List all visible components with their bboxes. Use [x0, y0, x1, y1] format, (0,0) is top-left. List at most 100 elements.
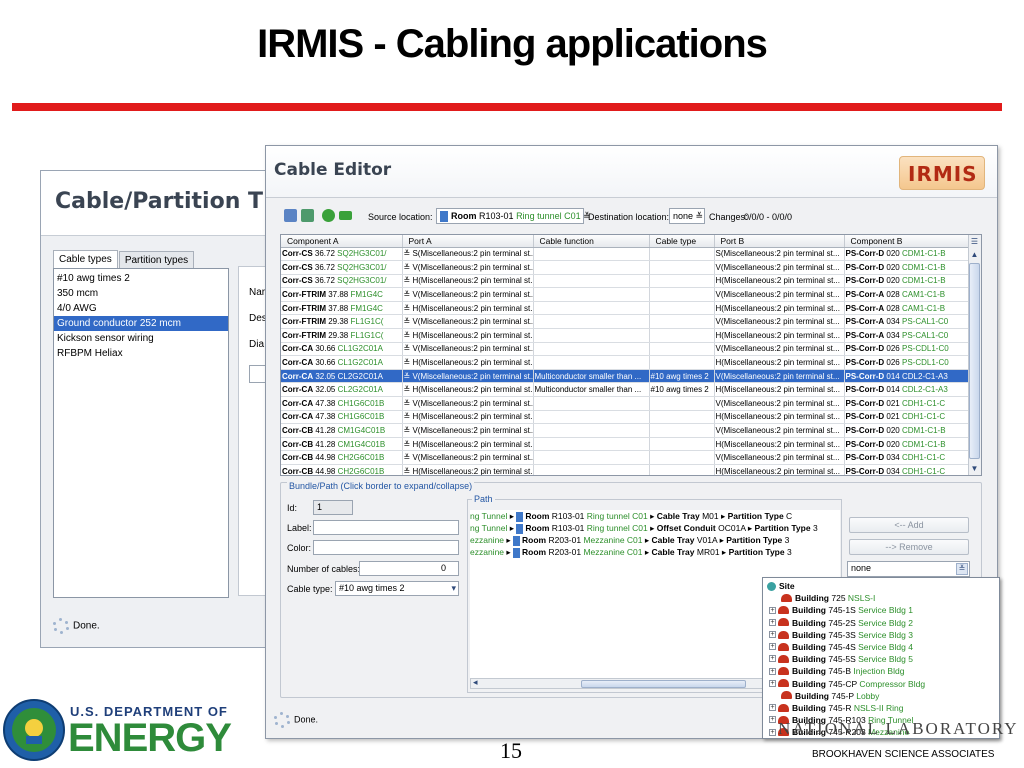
remove-button[interactable]: --> Remove	[849, 539, 969, 555]
table-row[interactable]: Corr-CA 32.05 CL2G2C01A ≚ H(Miscellaneous…	[281, 382, 970, 398]
tree-item[interactable]: + Building 745-4S Service Bldg 4	[763, 641, 999, 653]
cable-type-cell[interactable]	[649, 410, 715, 425]
path-row[interactable]: ng Tunnel ▸ Room R103-01 Ring tunnel C01…	[470, 510, 840, 522]
component-b-cell[interactable]: PS-Corr-D 014 CDL2-C1-A3	[844, 382, 970, 398]
port-a-cell[interactable]: ≚ H(Miscellaneous:2 pin terminal st...	[402, 410, 534, 425]
column-chooser-icon[interactable]: ☰	[969, 236, 980, 247]
port-b-cell[interactable]: V(Miscellaneous:2 pin terminal st...	[714, 423, 845, 438]
cable-type-cell[interactable]	[649, 260, 715, 275]
expand-icon[interactable]: +	[769, 716, 776, 724]
cable-function-cell[interactable]	[533, 396, 650, 411]
component-a-cell[interactable]: Corr-CA 30.66 CL1G2C01A	[281, 342, 403, 357]
port-b-cell[interactable]: V(Miscellaneous:2 pin terminal st...	[714, 369, 845, 384]
component-b-cell[interactable]: PS-Corr-D 020 CDM1-C1-B	[844, 423, 970, 438]
table-row[interactable]: Corr-CB 41.28 CM1G4C01B ≚ H(Miscellaneous…	[281, 437, 970, 452]
component-b-cell[interactable]: PS-Corr-D 026 PS-CDL1-C0	[844, 355, 970, 370]
component-a-cell[interactable]: Corr-FTRIM 29.38 FL1G1C(	[281, 328, 403, 343]
component-b-cell[interactable]: PS-Corr-D 034 CDH1-C1-C	[844, 450, 970, 465]
port-a-cell[interactable]: ≚ V(Miscellaneous:2 pin terminal st...	[402, 450, 534, 465]
port-a-cell[interactable]: ≚ S(Miscellaneous:2 pin terminal st...	[402, 247, 534, 262]
component-a-cell[interactable]: Corr-CA 47.38 CH1G6C01B	[281, 410, 403, 425]
expand-icon[interactable]: +	[769, 631, 776, 638]
bundle-legend[interactable]: Bundle/Path (Click border to expand/coll…	[287, 481, 475, 491]
table-row[interactable]: Corr-CA 30.66 CL1G2C01A ≚ H(Miscellaneous…	[281, 355, 970, 370]
save-all-icon[interactable]	[301, 209, 314, 222]
tree-item[interactable]: + Building 745-1S Service Bldg 1	[763, 604, 999, 616]
chevron-down-icon[interactable]: ≚	[956, 563, 968, 575]
cable-function-cell[interactable]	[533, 301, 650, 316]
scroll-thumb[interactable]	[969, 263, 980, 459]
table-row[interactable]: Corr-CB 44.98 CH2G6C01B ≚ V(Miscellaneous…	[281, 450, 970, 465]
column-header[interactable]: Component A	[281, 235, 403, 248]
port-b-cell[interactable]: S(Miscellaneous:2 pin terminal st...	[714, 247, 845, 262]
column-header[interactable]: Cable type	[649, 235, 715, 248]
component-b-cell[interactable]: PS-Corr-D 020 CDM1-C1-B	[844, 437, 970, 452]
component-a-cell[interactable]: Corr-CB 44.98 CH2G6C01B	[281, 464, 403, 475]
component-b-cell[interactable]: PS-Corr-D 020 CDM1-C1-B	[844, 247, 970, 262]
port-b-cell[interactable]: V(Miscellaneous:2 pin terminal st...	[714, 396, 845, 411]
expand-icon[interactable]: +	[769, 728, 776, 736]
table-row[interactable]: Corr-FTRIM 37.88 FM1G4C ≚ V(Miscellaneous…	[281, 287, 970, 302]
cable-type-cell[interactable]	[649, 437, 715, 452]
port-b-cell[interactable]: H(Miscellaneous:2 pin terminal st...	[714, 437, 845, 452]
cable-type-select[interactable]: #10 awg times 2 ▾	[335, 581, 459, 596]
cable-function-cell[interactable]	[533, 247, 650, 262]
component-a-cell[interactable]: Corr-FTRIM 37.88 FM1G4C	[281, 301, 403, 316]
component-a-cell[interactable]: Corr-CA 30.66 CL1G2C01A	[281, 355, 403, 370]
port-a-cell[interactable]: ≚ H(Miscellaneous:2 pin terminal st...	[402, 464, 534, 475]
column-header[interactable]: Cable function	[533, 235, 650, 248]
port-b-cell[interactable]: V(Miscellaneous:2 pin terminal st...	[714, 314, 845, 330]
table-row[interactable]: Corr-FTRIM 37.88 FM1G4C ≚ H(Miscellaneous…	[281, 301, 970, 316]
cable-function-cell[interactable]	[533, 342, 650, 357]
component-a-cell[interactable]: Corr-CB 44.98 CH2G6C01B	[281, 450, 403, 465]
cable-type-cell[interactable]	[649, 450, 715, 465]
port-a-cell[interactable]: ≚ V(Miscellaneous:2 pin terminal st...	[402, 342, 534, 357]
cable-function-cell[interactable]: Multiconductor smaller than ...	[533, 369, 650, 384]
list-item[interactable]: 4/0 AWG	[54, 301, 228, 316]
cable-type-cell[interactable]	[649, 328, 715, 343]
expand-icon[interactable]: +	[769, 704, 776, 712]
scroll-down-icon[interactable]: ▼	[969, 463, 980, 474]
location-tree-popup[interactable]: Site Building 725 NSLS-I + Building 745-1S…	[762, 577, 1000, 739]
cable-function-cell[interactable]	[533, 287, 650, 302]
table-row[interactable]: Corr-FTRIM 29.38 FL1G1C(≚ V(Miscellaneou…	[281, 314, 970, 330]
port-b-cell[interactable]: H(Miscellaneous:2 pin terminal st...	[714, 328, 845, 343]
expand-icon[interactable]: +	[769, 643, 776, 651]
cable-type-cell[interactable]	[649, 301, 715, 316]
port-a-cell[interactable]: ≚ H(Miscellaneous:2 pin terminal st...	[402, 382, 534, 398]
table-row[interactable]: Corr-CA 47.38 CH1G6C01B ≚ V(Miscellaneous…	[281, 396, 970, 411]
expand-icon[interactable]: +	[769, 679, 776, 687]
cable-type-cell[interactable]	[649, 274, 715, 289]
cable-type-list[interactable]: #10 awg times 2 350 mcm 4/0 AWG Ground c…	[53, 268, 229, 598]
component-a-cell[interactable]: Corr-CS 36.72 SQ2HG3C01/	[281, 260, 403, 275]
port-b-cell[interactable]: H(Miscellaneous:2 pin terminal st...	[714, 410, 845, 425]
number-of-cables-stepper[interactable]: 0	[359, 561, 459, 576]
port-a-cell[interactable]: ≚ H(Miscellaneous:2 pin terminal st...	[402, 274, 534, 289]
port-a-cell[interactable]: ≚ V(Miscellaneous:2 pin terminal st...	[402, 369, 534, 384]
list-item[interactable]: RFBPM Heliax	[54, 346, 228, 361]
save-icon[interactable]	[284, 209, 297, 222]
port-a-cell[interactable]: ≚ H(Miscellaneous:2 pin terminal st...	[402, 301, 534, 316]
table-row[interactable]: Corr-CS 36.72 SQ2HG3C01/≚ H(Miscellaneou…	[281, 274, 970, 289]
component-b-cell[interactable]: PS-Corr-D 026 PS-CDL1-C0	[844, 342, 970, 357]
port-a-cell[interactable]: ≚ V(Miscellaneous:2 pin terminal st...	[402, 396, 534, 411]
port-b-cell[interactable]: V(Miscellaneous:2 pin terminal st...	[714, 260, 845, 275]
component-a-cell[interactable]: Corr-FTRIM 29.38 FL1G1C(	[281, 314, 403, 330]
tree-item[interactable]: + Building 745-2S Service Bldg 2	[763, 617, 999, 629]
port-b-cell[interactable]: H(Miscellaneous:2 pin terminal st...	[714, 355, 845, 370]
table-row[interactable]: Corr-CA 30.66 CL1G2C01A ≚ V(Miscellaneous…	[281, 342, 970, 357]
list-item-selected[interactable]: Ground conductor 252 mcm	[54, 316, 228, 331]
tree-item[interactable]: + Building 745-B Injection Bldg	[763, 665, 999, 677]
component-a-cell[interactable]: Corr-CA 32.05 CL2G2C01A	[281, 382, 403, 398]
list-item[interactable]: Kickson sensor wiring	[54, 331, 228, 346]
port-b-cell[interactable]: V(Miscellaneous:2 pin terminal st...	[714, 342, 845, 357]
cable-function-cell[interactable]	[533, 450, 650, 465]
cable-function-cell[interactable]	[533, 314, 650, 330]
tree-item[interactable]: + Building 745-5S Service Bldg 5	[763, 653, 999, 665]
column-header[interactable]: Port A	[402, 235, 534, 248]
component-a-cell[interactable]: Corr-CA 47.38 CH1G6C01B	[281, 396, 403, 411]
component-a-cell[interactable]: Corr-CA 32.05 CL2G2C01A	[281, 369, 403, 384]
tab-cable-types[interactable]: Cable types	[53, 250, 118, 270]
location-select[interactable]: none ≚	[847, 561, 970, 577]
component-b-cell[interactable]: PS-Corr-A 028 CAM1-C1-B	[844, 287, 970, 302]
